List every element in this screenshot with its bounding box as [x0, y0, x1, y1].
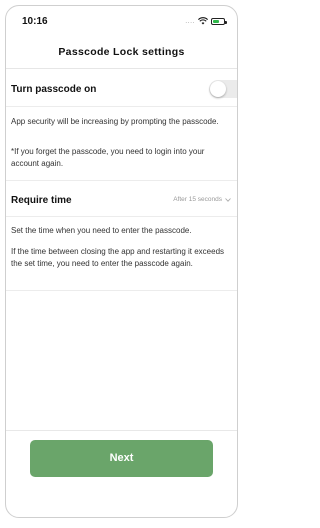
page-title: Passcode Lock settings: [58, 46, 185, 58]
divider: [6, 290, 237, 291]
status-icons: ....: [185, 17, 227, 25]
footer-divider: [6, 430, 237, 431]
passcode-description: App security will be increasing by promp…: [11, 117, 219, 126]
require-time-description: Set the time when you need to enter the …: [11, 226, 192, 235]
wifi-icon: [198, 17, 208, 25]
toggle-knob: [210, 81, 226, 97]
divider: [6, 180, 237, 181]
require-time-value: After 15 seconds: [173, 196, 222, 203]
battery-cap: [225, 20, 227, 24]
require-time-label: Require time: [11, 195, 72, 206]
passcode-note: *If you forget the passcode, you need to…: [11, 147, 205, 168]
divider: [6, 106, 237, 107]
require-time-row[interactable]: Require time After 15 seconds: [6, 188, 237, 214]
passcode-toggle[interactable]: [209, 80, 237, 98]
signal-icon: ....: [185, 17, 195, 25]
require-time-note: If the time between closing the app and …: [11, 247, 225, 268]
phone-screen: 10:16 .... Passcode Lock settings Turn p…: [5, 5, 238, 518]
battery-icon: [211, 17, 227, 25]
passcode-label: Turn passcode on: [11, 84, 97, 95]
header-divider: [6, 68, 237, 69]
passcode-toggle-row: Turn passcode on: [6, 76, 237, 104]
next-button[interactable]: Next: [30, 440, 213, 477]
divider: [6, 216, 237, 217]
status-bar: 10:16 ....: [6, 6, 237, 32]
status-time: 10:16: [22, 16, 48, 27]
battery-level: [213, 19, 219, 23]
require-time-select[interactable]: After 15 seconds: [173, 196, 231, 203]
chevron-down-icon: [225, 197, 231, 202]
